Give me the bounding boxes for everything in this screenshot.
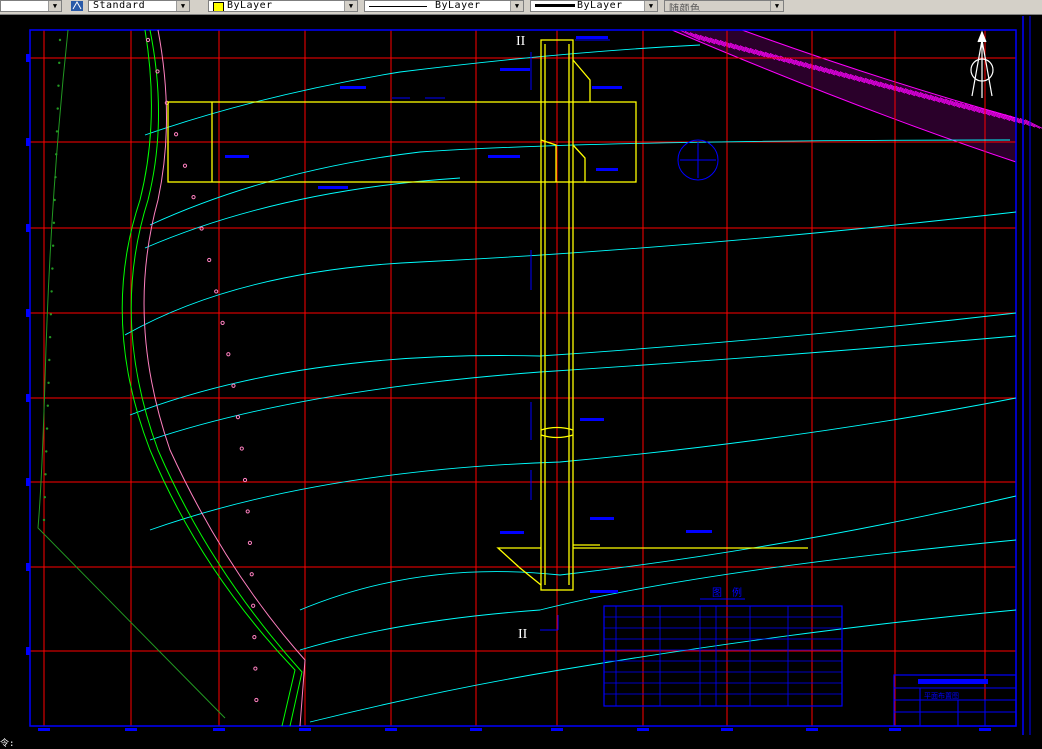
plot-style-combo[interactable]: 随颜色 ▼ [664,0,784,12]
lineweight-value: ByLayer [577,0,623,11]
chevron-down-icon[interactable]: ▼ [48,1,61,11]
chevron-down-icon[interactable]: ▼ [176,1,189,11]
legend-table: 图 例 [603,586,843,707]
command-prompt: 令: [0,739,15,749]
title-block-name: 平面布置图 [924,691,959,700]
section-mark-bottom: II [518,627,528,642]
text-style-value: Standard [93,0,146,11]
text-style-combo[interactable]: Standard ▼ [88,0,190,12]
gate-structure [167,39,808,591]
drawing-canvas[interactable]: II II 图 例 平面布置图 [0,14,1042,747]
title-block: 平面布置图 [893,674,1017,727]
color-swatch [213,2,224,11]
linetype-value: ByLayer [435,0,481,11]
chevron-down-icon[interactable]: ▼ [344,1,357,11]
color-combo[interactable]: ByLayer ▼ [208,0,358,12]
properties-toolbar: ▼ Standard ▼ ByLayer ▼ ByLayer ▼ ByLayer… [0,0,1042,15]
plot-style-value: 随颜色 [669,4,701,12]
text-style-icon[interactable] [70,0,84,12]
chevron-down-icon[interactable]: ▼ [510,1,523,11]
north-arrow-icon [970,30,994,98]
command-line[interactable]: 令: [0,736,60,749]
section-mark-top: II [516,34,526,49]
lineweight-combo[interactable]: ByLayer ▼ [530,0,658,12]
annotations [225,36,719,631]
road-lines [37,29,306,727]
color-value: ByLayer [227,0,273,11]
legend-title: 图 例 [712,586,742,599]
layer-combo[interactable]: ▼ [0,0,62,12]
linetype-combo[interactable]: ByLayer ▼ [364,0,524,12]
chevron-down-icon[interactable]: ▼ [644,1,657,11]
chevron-down-icon[interactable]: ▼ [770,1,783,11]
